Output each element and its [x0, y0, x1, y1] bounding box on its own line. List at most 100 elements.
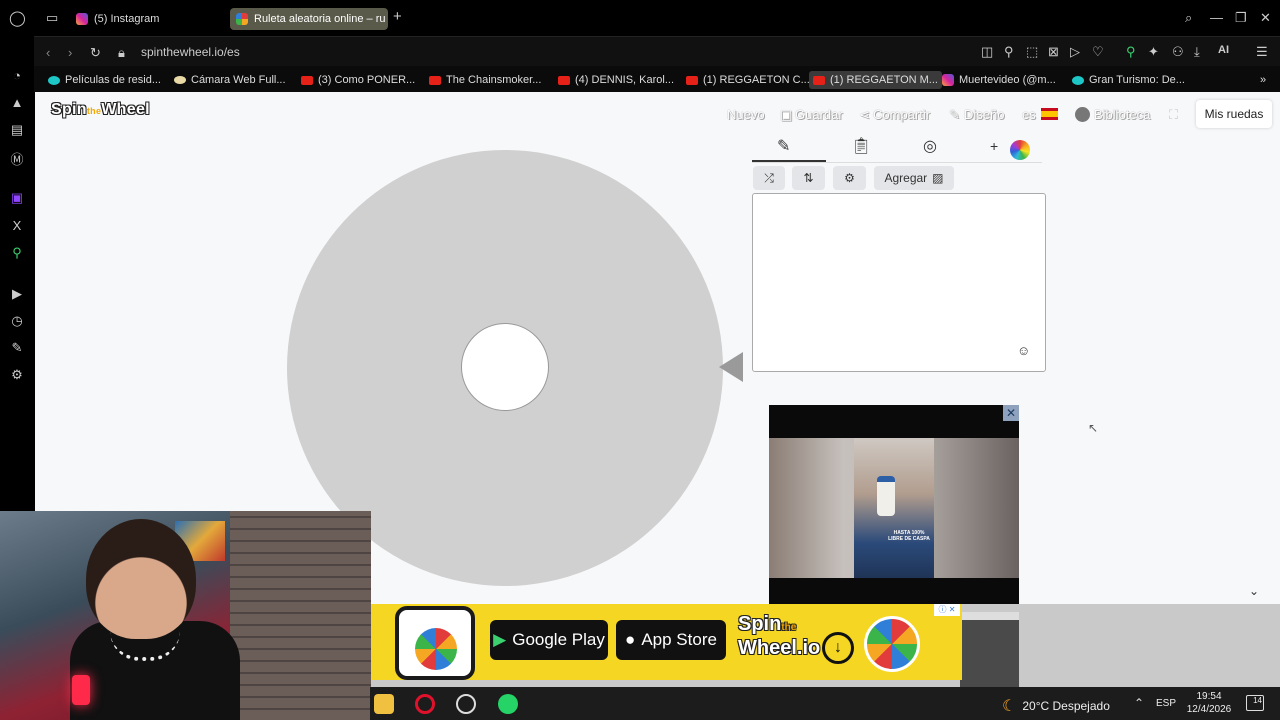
adblock-icon[interactable]: ⊠ — [1048, 44, 1059, 60]
search-tabs-icon[interactable]: ⌕ — [1185, 10, 1192, 26]
bookmarks-overflow-icon[interactable]: » — [1256, 71, 1270, 89]
vpn-badge-icon[interactable]: ⚲ — [1126, 44, 1136, 60]
aria-icon[interactable]: ▲ — [9, 95, 25, 110]
google-play-button[interactable]: ▶ Google Play — [490, 620, 608, 660]
opera-taskbar-icon[interactable] — [415, 694, 435, 714]
extensions-puzzle-icon[interactable]: ✦ — [1148, 44, 1159, 60]
bookmark-item[interactable]: Muertevideo (@m... — [938, 71, 1060, 89]
settings-button[interactable]: ⚙ — [833, 166, 866, 190]
tab-instagram[interactable]: (5) Instagram — [70, 8, 220, 30]
chevron-down-icon[interactable]: ⌄ — [1249, 584, 1259, 598]
forward-icon[interactable]: › — [68, 45, 72, 60]
edit-pencil-icon[interactable]: ✎ — [777, 136, 790, 162]
hide-eye-icon[interactable]: ◎ — [923, 136, 937, 162]
ad-close-button[interactable]: ✕ — [1003, 405, 1019, 421]
wallet-icon[interactable]: ▤ — [9, 122, 25, 138]
file-explorer-icon[interactable] — [374, 694, 394, 714]
logo-mid: the — [86, 106, 102, 116]
windows-taskbar: ☾ 20°C Despejado ⌃ ESP 19:54 12/4/2026 14 — [370, 687, 1280, 720]
pencil-icon[interactable]: ✎ — [949, 107, 960, 123]
nav-nuevo[interactable]: Nuevo — [727, 107, 765, 122]
close-window-icon[interactable]: ✕ — [1260, 10, 1271, 26]
minimize-icon[interactable]: — — [1210, 10, 1223, 25]
extensions-icon[interactable]: ✎ — [9, 340, 25, 356]
nav-language[interactable]: es — [1022, 107, 1036, 122]
color-wheel-icon[interactable] — [1010, 140, 1030, 160]
webcam-overlay — [0, 511, 371, 720]
share-icon[interactable]: ⋖ — [859, 107, 870, 123]
agregar-image-button[interactable]: Agregar ▨ — [874, 166, 954, 190]
site-icon — [1072, 75, 1084, 85]
add-wheel-plus[interactable]: + — [990, 138, 998, 164]
heart-icon[interactable]: ♡ — [1092, 44, 1104, 60]
emoji-icon[interactable]: ☺ — [1017, 343, 1030, 358]
whatsapp-icon[interactable] — [498, 694, 518, 714]
tab-ruleta[interactable]: Ruleta aleatoria online – ru — [230, 8, 388, 30]
save-icon[interactable]: ▣ — [780, 107, 792, 123]
pin-icon[interactable]: ⚲ — [1004, 44, 1014, 60]
bookmark-item[interactable]: Películas de resid... — [44, 71, 165, 89]
profile-icon[interactable]: ⚇ — [1172, 44, 1184, 60]
history-icon[interactable]: ◷ — [9, 313, 25, 329]
player-icon[interactable]: ▶ — [9, 286, 25, 302]
bookmark-label: (4) DENNIS, Karol... — [575, 74, 675, 86]
clipboard-icon[interactable]: 📋︎ — [851, 136, 871, 162]
settings-gear-icon[interactable]: ⚙ — [9, 367, 25, 383]
x-icon[interactable]: X — [9, 218, 25, 233]
download-icon[interactable]: ⤓ — [1194, 44, 1200, 60]
spinthewheel-logo[interactable]: SpintheWheel — [51, 101, 150, 119]
menu-icon[interactable]: ☰ — [1256, 44, 1268, 60]
logo-text-end: Wheel — [101, 101, 150, 118]
shuffle-button[interactable]: ⤮ — [753, 166, 785, 190]
wheel-center-button[interactable] — [461, 323, 549, 411]
reload-icon[interactable]: ↻ — [90, 45, 101, 61]
bookmark-item[interactable]: The Chainsmoker... — [425, 71, 545, 89]
address-bar: ‹ › ↻ 🔒︎ spinthewheel.io/es ◫ ⚲ ⬚ ⊠ ▷ ♡ … — [34, 36, 1280, 66]
language-indicator[interactable]: ESP — [1156, 698, 1176, 709]
snapshot-icon[interactable]: ⬚ — [1026, 44, 1038, 60]
restore-icon[interactable]: ❐ — [1235, 10, 1247, 26]
opera-logo-icon[interactable]: ◯ — [9, 9, 26, 27]
clock[interactable]: 19:54 12/4/2026 — [1184, 690, 1234, 716]
moon-icon: ☾ — [1002, 698, 1017, 715]
sort-icon: ⇅ — [803, 171, 814, 185]
entries-textarea[interactable] — [752, 193, 1046, 372]
fullscreen-icon[interactable]: ⛶ — [1169, 107, 1178, 123]
notifications-icon[interactable]: 14 — [1246, 695, 1264, 711]
site-icon — [174, 76, 186, 84]
split-screen-icon[interactable]: ◫ — [981, 44, 993, 60]
app-store-button[interactable]: ● App Store — [616, 620, 726, 660]
youtube-icon — [429, 75, 441, 85]
ai-button[interactable]: AI — [1218, 44, 1229, 56]
app-banner-ad[interactable]: ▶ Google Play ● App Store Spinthe Wheel.io … — [370, 604, 962, 680]
url-field[interactable]: spinthewheel.io/es — [141, 45, 240, 59]
back-icon[interactable]: ‹ — [46, 45, 50, 60]
bookmark-item[interactable]: (1) REGGAETON C... — [682, 71, 814, 89]
play-icon[interactable]: ▷ — [1070, 44, 1080, 60]
bookmark-item[interactable]: Gran Turismo: De... — [1068, 71, 1189, 89]
spain-flag-icon — [1041, 108, 1058, 120]
new-tab-button[interactable]: + — [393, 8, 402, 25]
nav-compartir[interactable]: Compartir — [873, 107, 930, 122]
mis-ruedas-button[interactable]: Mis ruedas — [1196, 100, 1272, 128]
adchoices-icon[interactable]: ⓘ ✕ — [934, 604, 960, 616]
messenger-icon[interactable]: Ⓜ — [9, 149, 25, 168]
weather-widget[interactable]: ☾ 20°C Despejado — [1002, 696, 1110, 716]
bookmark-item[interactable]: (3) Como PONER... — [297, 71, 419, 89]
video-ad[interactable]: HASTA 100% LIBRE DE CASPA ✕ — [769, 405, 1019, 612]
nav-diseno[interactable]: Diseño — [964, 107, 1004, 122]
obs-icon[interactable] — [456, 694, 476, 714]
chevron-up-icon[interactable]: ⌃ — [1134, 696, 1144, 710]
speed-dial-icon[interactable]: ◔ — [9, 68, 25, 83]
bookmark-item[interactable]: (1) REGGAETON M... — [809, 71, 942, 89]
tab-snapshot-icon[interactable]: ▭ — [46, 10, 58, 26]
nav-biblioteca[interactable]: Biblioteca — [1094, 107, 1150, 122]
twitch-icon[interactable]: ▣ — [9, 190, 25, 206]
bookmark-item[interactable]: Cámara Web Full... — [170, 71, 290, 89]
mouse-cursor-icon: ↖ — [1088, 421, 1099, 435]
vpn-icon[interactable]: ⚲ — [9, 245, 25, 261]
nav-guardar[interactable]: Guardar — [795, 107, 843, 122]
bookmark-item[interactable]: (4) DENNIS, Karol... — [554, 71, 678, 89]
sort-button[interactable]: ⇅ — [792, 166, 825, 190]
bookmarks-bar: Películas de resid... Cámara Web Full...… — [34, 66, 1280, 92]
